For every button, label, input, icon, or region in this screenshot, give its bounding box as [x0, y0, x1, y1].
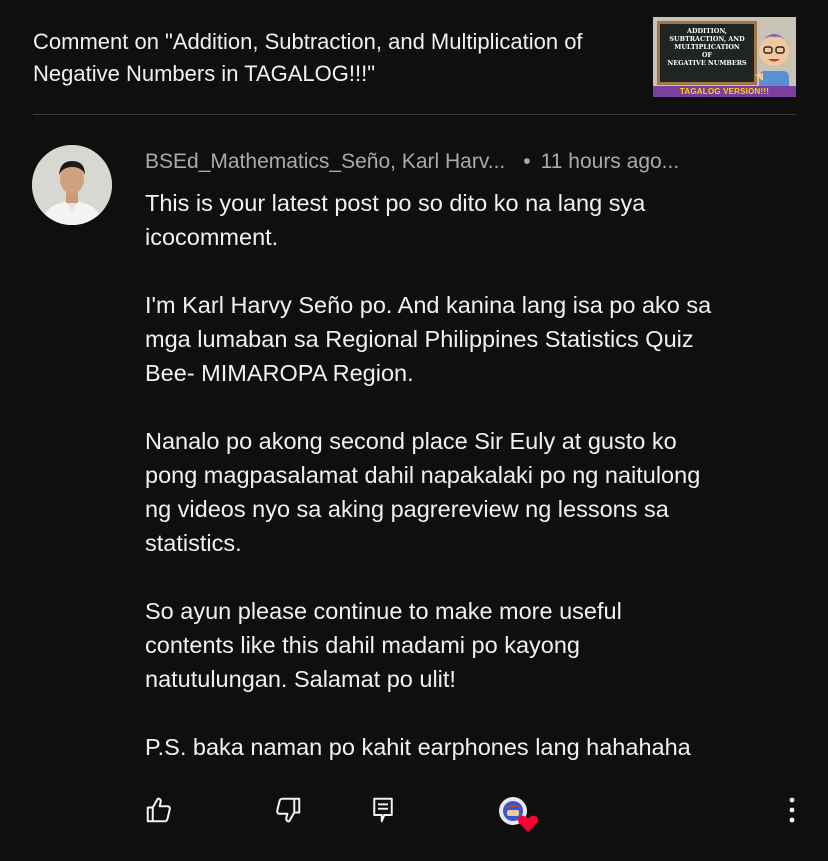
comment-text: This is your latest post po so dito ko n… — [145, 190, 712, 760]
thumbnail-banner: TAGALOG VERSION!!! — [653, 86, 796, 97]
header-divider — [33, 114, 796, 115]
thumbs-down-icon — [276, 797, 301, 823]
thumbnail-line: OF — [701, 51, 713, 59]
creator-heart-badge — [497, 794, 539, 834]
thumbnail-chalkboard: ADDITION, SUBTRACTION, AND MULTIPLICATIO… — [657, 21, 757, 85]
more-vertical-icon — [789, 797, 795, 823]
like-button[interactable] — [141, 790, 177, 830]
video-thumbnail[interactable]: ADDITION, SUBTRACTION, AND MULTIPLICATIO… — [653, 17, 796, 97]
reply-icon — [373, 797, 393, 823]
more-options-button[interactable] — [774, 790, 810, 830]
dislike-button[interactable] — [270, 790, 306, 830]
meta-separator: • — [523, 150, 531, 173]
comment-timestamp[interactable]: 11 hours ago... — [541, 150, 680, 173]
creator-heart-icon — [499, 797, 539, 832]
page-title: Comment on "Addition, Subtraction, and M… — [33, 29, 583, 86]
reply-button[interactable] — [365, 790, 401, 830]
thumbnail-line: SUBTRACTION, AND — [669, 35, 745, 43]
avatar[interactable] — [32, 145, 112, 225]
thumbnail-title: ADDITION, SUBTRACTION, AND MULTIPLICATIO… — [660, 27, 754, 67]
thumbnail-line: MULTIPLICATION — [674, 43, 740, 51]
thumbnail-line: NEGATIVE NUMBERS — [667, 59, 747, 67]
comment-meta: BSEd_Mathematics_Seño, Karl Harv... • 11 h… — [145, 148, 785, 176]
thumbs-up-icon — [146, 797, 171, 823]
avatar-photo — [32, 145, 112, 225]
comment-action-bar — [0, 790, 828, 834]
thumbnail-line: ADDITION, — [686, 27, 727, 35]
comment-author[interactable]: BSEd_Mathematics_Seño, Karl Harv... — [145, 150, 505, 173]
